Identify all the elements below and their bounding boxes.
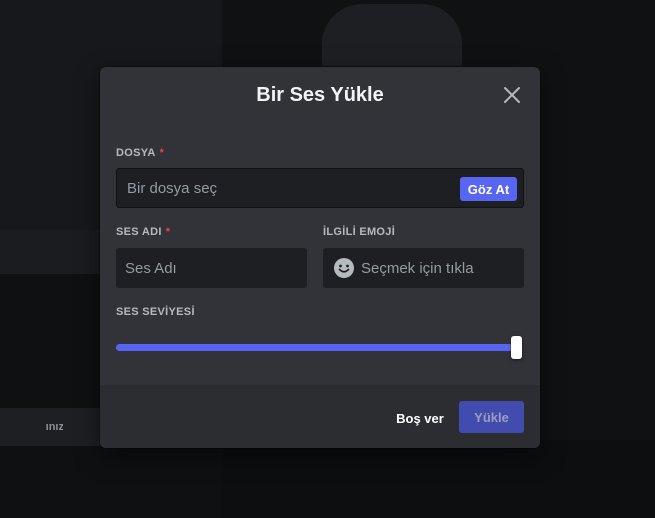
volume-slider-handle[interactable] <box>511 336 522 359</box>
modal-footer: Boş ver Yükle <box>100 385 540 448</box>
file-input[interactable]: Bir dosya seç Göz At <box>116 168 524 208</box>
upload-button[interactable]: Yükle <box>459 401 524 433</box>
background-sticker-image <box>322 4 462 66</box>
volume-slider-fill <box>116 344 522 351</box>
emoji-picker[interactable]: Seçmek için tıkla <box>323 248 524 288</box>
sound-name-label-text: SES ADI <box>116 226 162 238</box>
file-placeholder: Bir dosya seç <box>127 179 218 197</box>
cancel-button[interactable]: Boş ver <box>390 402 450 434</box>
browse-button[interactable]: Göz At <box>460 177 517 201</box>
required-mark: * <box>165 226 171 238</box>
volume-slider-track[interactable] <box>116 344 522 351</box>
close-icon[interactable] <box>502 85 522 105</box>
required-mark: * <box>159 147 165 159</box>
smiley-icon <box>334 258 354 278</box>
sound-name-input[interactable]: Ses Adı <box>116 248 307 288</box>
emoji-placeholder: Seçmek için tıkla <box>361 259 474 277</box>
file-label-text: DOSYA <box>116 147 156 159</box>
file-label: DOSYA * <box>116 147 164 159</box>
upload-sound-modal: Bir Ses Yükle DOSYA * Bir dosya seç Göz A… <box>100 67 540 448</box>
sound-name-placeholder: Ses Adı <box>125 259 177 277</box>
related-emoji-label: İLGİLİ EMOJİ <box>323 226 396 238</box>
modal-title: Bir Ses Yükle <box>256 84 384 106</box>
sound-name-label: SES ADI * <box>116 226 170 238</box>
background-panel-right <box>222 440 655 518</box>
volume-label: SES SEVİYESİ <box>116 306 195 318</box>
